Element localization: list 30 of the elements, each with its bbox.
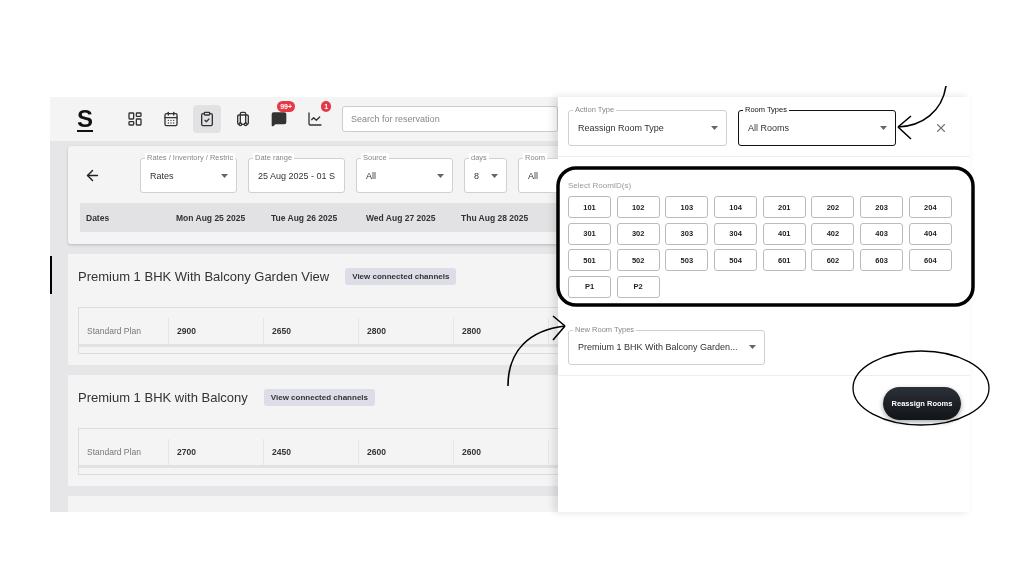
field-value: All bbox=[366, 170, 376, 181]
search-field[interactable]: Search for reservation bbox=[342, 106, 558, 132]
view-channels-button[interactable]: View connected channels bbox=[345, 268, 457, 285]
view-channels-button[interactable]: View connected channels bbox=[263, 389, 375, 406]
column-header: Tue Aug 26 2025 bbox=[270, 212, 339, 223]
rate-cell: 2700 bbox=[169, 439, 264, 465]
room-type-title: Premium 1 BHK with Balcony bbox=[78, 390, 248, 405]
rate-cell: 2800 bbox=[359, 318, 454, 344]
plan-cell: Standard Plan bbox=[79, 439, 169, 465]
logo[interactable]: S bbox=[77, 105, 93, 133]
field-value: 25 Aug 2025 - 01 S bbox=[258, 170, 336, 181]
column-header: Wed Aug 27 2025 bbox=[365, 212, 437, 223]
column-header: Thu Aug 28 2025 bbox=[460, 212, 530, 223]
rate-cell: 2900 bbox=[169, 318, 264, 344]
column-header: Mon Aug 25 2025 bbox=[175, 212, 247, 223]
rate-cell: 2450 bbox=[264, 439, 359, 465]
plan-cell: Standard Plan bbox=[79, 318, 169, 344]
rate-cell: 2800 bbox=[454, 318, 549, 344]
rate-cell: 2650 bbox=[264, 318, 359, 344]
column-header: Dates bbox=[85, 212, 111, 223]
rate-cell: 2600 bbox=[454, 439, 549, 465]
section-label: Select RoomID(s) bbox=[567, 180, 633, 192]
field-value: 8 bbox=[474, 170, 479, 181]
field-value: All Rooms bbox=[748, 123, 789, 133]
field-value: Rates bbox=[150, 170, 174, 181]
field-value: All bbox=[528, 170, 538, 181]
room-type-title: Premium 1 BHK With Balcony Garden View bbox=[78, 269, 330, 284]
field-value: Reassign Room Type bbox=[578, 123, 664, 133]
field-value: Premium 1 BHK With Balcony Garden... bbox=[578, 342, 738, 353]
rate-cell: 2600 bbox=[359, 439, 454, 465]
